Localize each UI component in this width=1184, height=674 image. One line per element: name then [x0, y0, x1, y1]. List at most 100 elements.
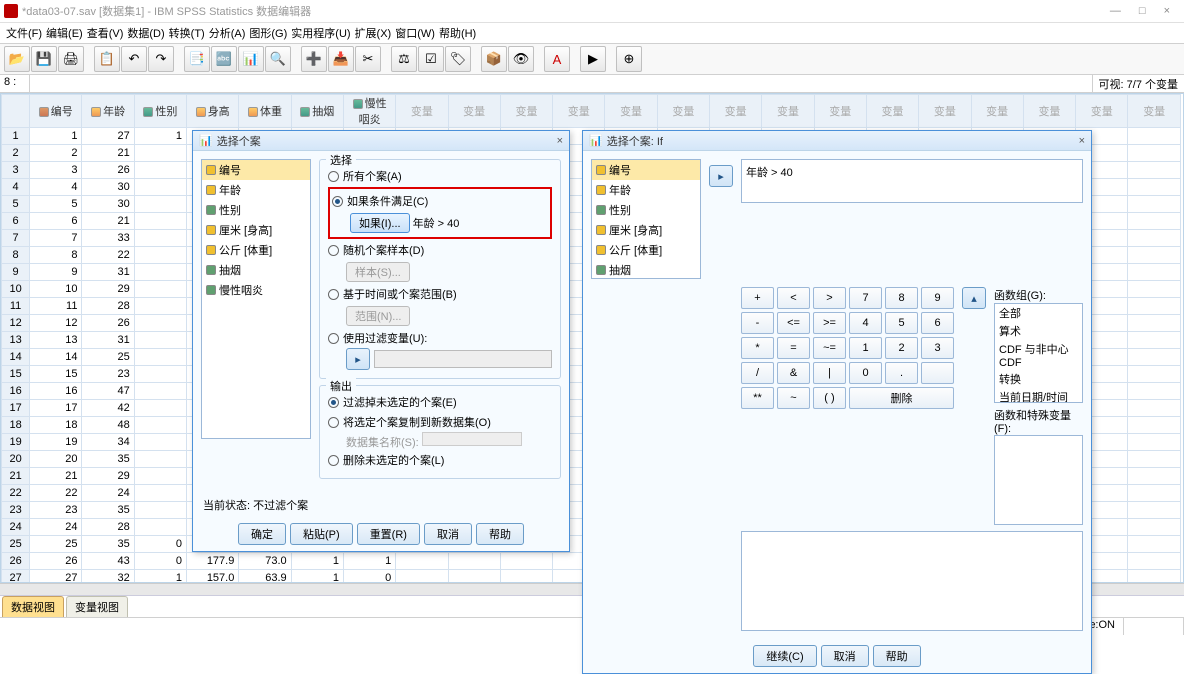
dialog-close-icon[interactable]: ×	[1079, 135, 1085, 147]
insert-var-icon[interactable]: 📥	[328, 46, 354, 72]
if-button[interactable]: 如果(I)...	[350, 213, 410, 233]
menu-file[interactable]: 文件(F)	[6, 25, 42, 41]
expression-input[interactable]: 年龄 > 40	[741, 159, 1083, 203]
show-all-icon[interactable]: 👁	[508, 46, 534, 72]
calc-key[interactable]: 9	[921, 287, 954, 309]
calc-key[interactable]: 3	[921, 337, 954, 359]
tab-variable-view[interactable]: 变量视图	[66, 596, 128, 617]
minimize-button[interactable]: —	[1110, 5, 1121, 17]
print-icon[interactable]: 🖨	[58, 46, 84, 72]
variable-list[interactable]: 编号年龄性别厘米 [身高]公斤 [体重]抽烟慢性咽炎	[201, 159, 311, 439]
calc-key[interactable]: 7	[849, 287, 882, 309]
custom-icon[interactable]: ⊕	[616, 46, 642, 72]
menu-transform[interactable]: 转换(T)	[169, 25, 205, 41]
calc-key[interactable]: *	[741, 337, 774, 359]
menu-help[interactable]: 帮助(H)	[439, 25, 476, 41]
recall-icon[interactable]: 📋	[94, 46, 120, 72]
calc-key[interactable]: 6	[921, 312, 954, 334]
run-icon[interactable]: ▶	[580, 46, 606, 72]
spell-icon[interactable]: A	[544, 46, 570, 72]
radio-filter-variable[interactable]	[328, 333, 339, 344]
calc-key[interactable]: 5	[885, 312, 918, 334]
paste-button[interactable]: 粘贴(P)	[290, 523, 353, 545]
formula-bar: 8 : 可视: 7/7 个变量	[0, 75, 1184, 93]
find-icon[interactable]: 🔍	[265, 46, 291, 72]
calc-key[interactable]: =	[777, 337, 810, 359]
calc-key[interactable]: |	[813, 362, 846, 384]
calc-key[interactable]: .	[885, 362, 918, 384]
calc-key[interactable]: >=	[813, 312, 846, 334]
menu-analyze[interactable]: 分析(A)	[209, 25, 246, 41]
variable-list[interactable]: 编号年龄性别厘米 [身高]公斤 [体重]抽烟慢性咽炎	[591, 159, 701, 279]
calc-key[interactable]: &	[777, 362, 810, 384]
radio-filter-out[interactable]	[328, 397, 339, 408]
help-button[interactable]: 帮助	[873, 645, 921, 667]
value-labels-icon[interactable]: 🏷	[445, 46, 471, 72]
radio-copy-dataset[interactable]	[328, 417, 339, 428]
undo-icon[interactable]: ↶	[121, 46, 147, 72]
menu-extensions[interactable]: 扩展(X)	[355, 25, 392, 41]
special-var-list[interactable]	[994, 435, 1083, 525]
calc-key[interactable]	[921, 362, 954, 384]
menu-data[interactable]: 数据(D)	[127, 25, 164, 41]
output-legend: 输出	[326, 378, 356, 394]
function-up-button[interactable]: ▴	[962, 287, 986, 309]
calc-key[interactable]: ( )	[813, 387, 846, 409]
calc-key[interactable]: 0	[849, 362, 882, 384]
cancel-button[interactable]: 取消	[424, 523, 472, 545]
radio-time-range[interactable]	[328, 289, 339, 300]
weight-icon[interactable]: ⚖	[391, 46, 417, 72]
menu-graphs[interactable]: 图形(G)	[249, 25, 287, 41]
filter-var-input	[374, 350, 552, 368]
current-status-label: 当前状态: 不过滤个案	[193, 493, 569, 517]
radio-delete-unselected[interactable]	[328, 455, 339, 466]
calc-key[interactable]: 1	[849, 337, 882, 359]
menu-utilities[interactable]: 实用程序(U)	[291, 25, 350, 41]
calc-key[interactable]: ~=	[813, 337, 846, 359]
menu-edit[interactable]: 编辑(E)	[46, 25, 83, 41]
cell-value-input[interactable]	[30, 75, 1093, 92]
menu-view[interactable]: 查看(V)	[87, 25, 124, 41]
radio-if-condition[interactable]	[332, 196, 343, 207]
radio-all-cases[interactable]	[328, 171, 339, 182]
calc-key[interactable]: <	[777, 287, 810, 309]
calc-key[interactable]: >	[813, 287, 846, 309]
function-group-list[interactable]: 全部算术CDF 与非中心 CDF转换当前日期/时间日期运算日期创建	[994, 303, 1083, 403]
calc-key[interactable]: 2	[885, 337, 918, 359]
calc-key[interactable]: ~	[777, 387, 810, 409]
calc-key[interactable]: +	[741, 287, 774, 309]
radio-random-sample[interactable]	[328, 245, 339, 256]
calc-key[interactable]: 4	[849, 312, 882, 334]
goto-var-icon[interactable]: 🔤	[211, 46, 237, 72]
maximize-button[interactable]: □	[1139, 5, 1146, 17]
calc-key[interactable]: /	[741, 362, 774, 384]
reset-button[interactable]: 重置(R)	[357, 523, 420, 545]
help-button[interactable]: 帮助	[476, 523, 524, 545]
redo-icon[interactable]: ↷	[148, 46, 174, 72]
calc-key[interactable]: -	[741, 312, 774, 334]
close-button[interactable]: ×	[1164, 5, 1170, 17]
variables-icon[interactable]: 📊	[238, 46, 264, 72]
open-icon[interactable]: 📂	[4, 46, 30, 72]
tab-data-view[interactable]: 数据视图	[2, 596, 64, 617]
goto-icon[interactable]: 📑	[184, 46, 210, 72]
menu-window[interactable]: 窗口(W)	[395, 25, 435, 41]
continue-button[interactable]: 继续(C)	[753, 645, 816, 667]
calc-key[interactable]: **	[741, 387, 774, 409]
ok-button[interactable]: 确定	[238, 523, 286, 545]
split-icon[interactable]: ✂	[355, 46, 381, 72]
save-icon[interactable]: 💾	[31, 46, 57, 72]
calc-key[interactable]: <=	[777, 312, 810, 334]
move-to-expression-button[interactable]: ▸	[709, 165, 733, 187]
select-cases-if-dialog: 📊 选择个案: If × 编号年龄性别厘米 [身高]公斤 [体重]抽烟慢性咽炎 …	[582, 130, 1092, 674]
move-variable-button[interactable]: ▸	[346, 348, 370, 370]
select-icon[interactable]: ☑	[418, 46, 444, 72]
insert-case-icon[interactable]: ➕	[301, 46, 327, 72]
dialog-close-icon[interactable]: ×	[557, 135, 563, 147]
calc-key[interactable]: 删除	[849, 387, 954, 409]
visible-variables-label: 可视: 7/7 个变量	[1093, 75, 1184, 92]
calc-key[interactable]: 8	[885, 287, 918, 309]
cancel-button[interactable]: 取消	[821, 645, 869, 667]
use-sets-icon[interactable]: 📦	[481, 46, 507, 72]
range-button: 范围(N)...	[346, 306, 410, 326]
